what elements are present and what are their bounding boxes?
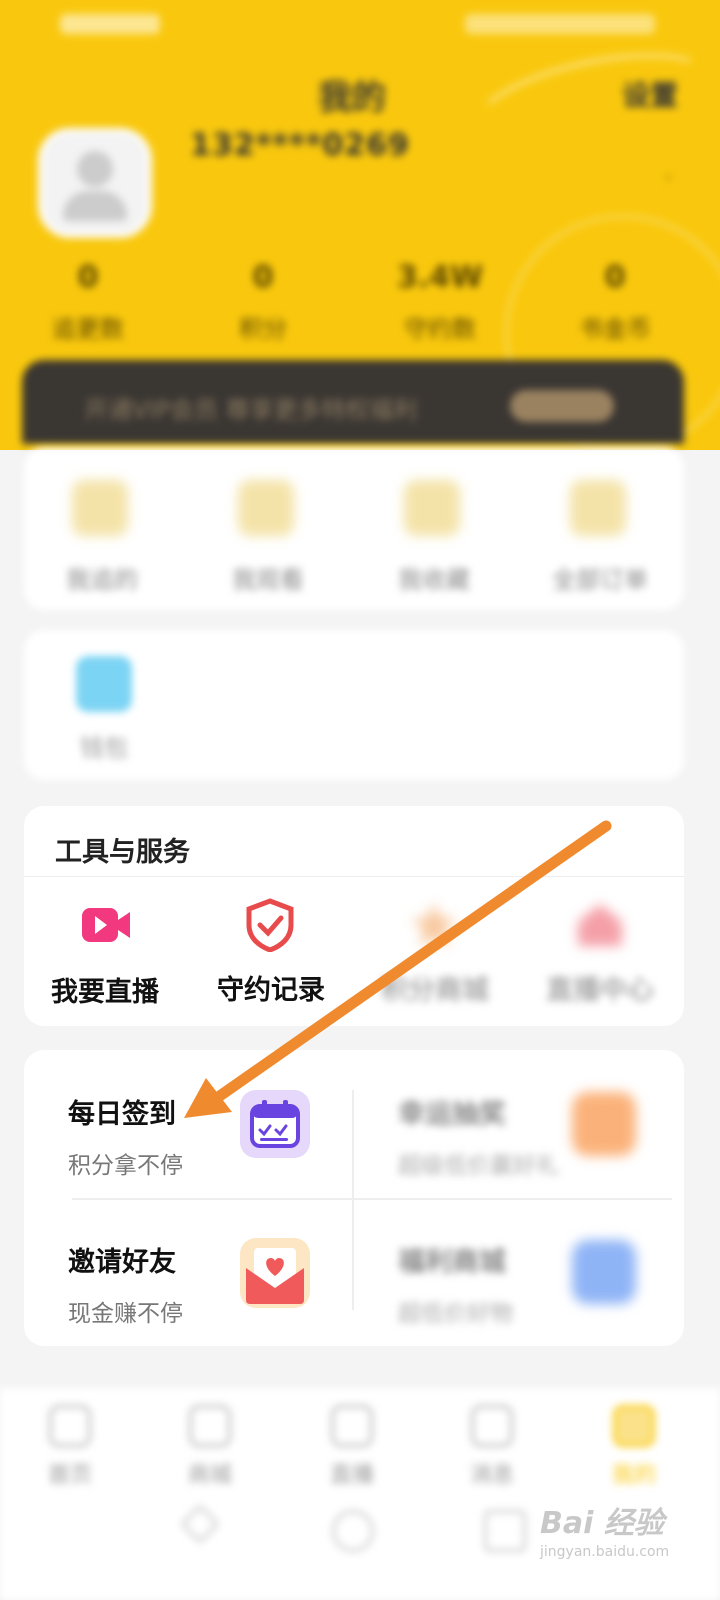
mall-icon — [189, 1405, 231, 1447]
home-icon — [49, 1405, 91, 1447]
system-home-button[interactable] — [332, 1510, 374, 1552]
message-icon — [471, 1405, 513, 1447]
nav-mine[interactable]: 我的 — [594, 1405, 674, 1489]
annotation-arrow — [184, 820, 612, 1118]
nav-messages[interactable]: 消息 — [452, 1405, 532, 1489]
system-recents-button[interactable] — [484, 1510, 526, 1552]
user-icon — [613, 1405, 655, 1447]
live-icon — [331, 1405, 373, 1447]
nav-live[interactable]: 直播 — [312, 1405, 392, 1489]
nav-home[interactable]: 首页 — [30, 1405, 110, 1489]
nav-mall[interactable]: 商城 — [170, 1405, 250, 1489]
watermark: Bai 经验 jingyan.baidu.com — [540, 1506, 670, 1560]
